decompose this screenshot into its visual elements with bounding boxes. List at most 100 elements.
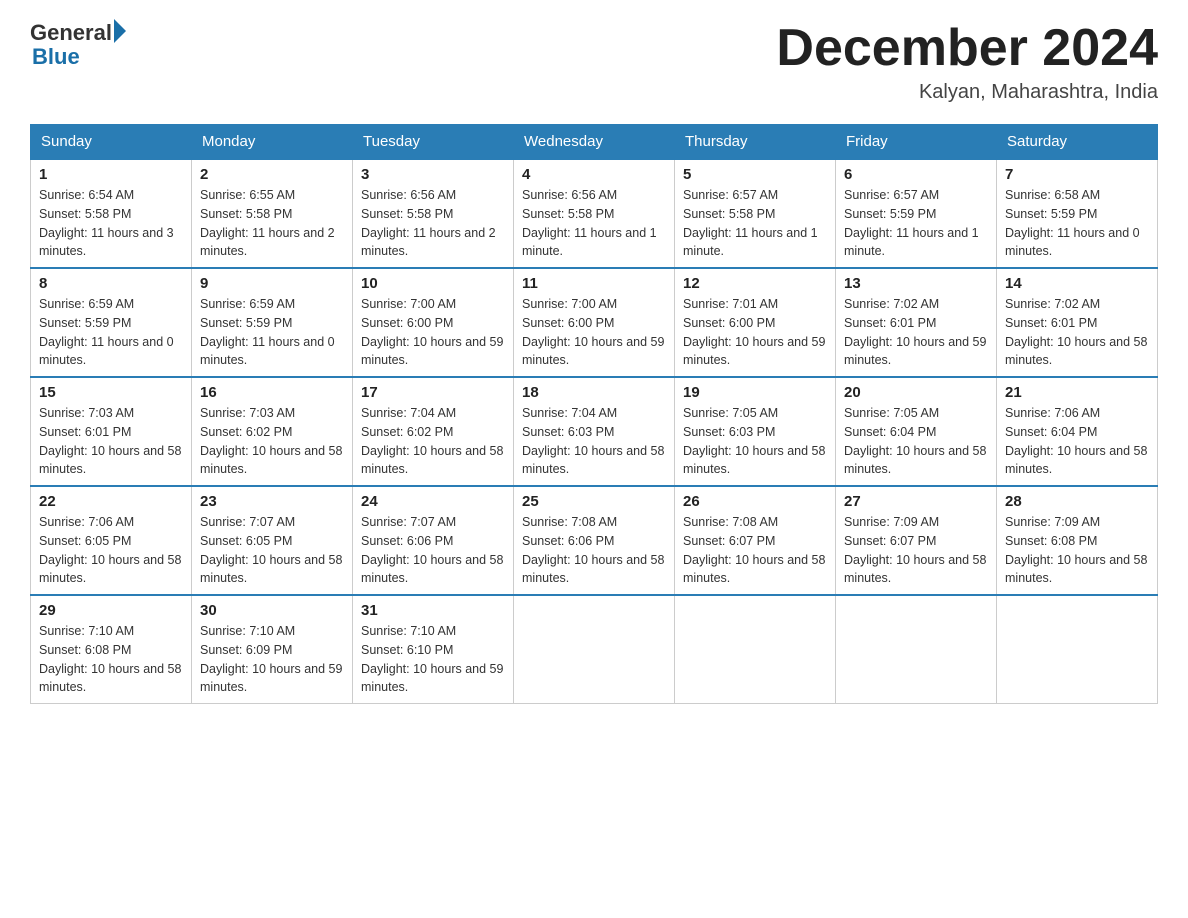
calendar-day-cell: 13 Sunrise: 7:02 AMSunset: 6:01 PMDaylig… [836,268,997,377]
day-number: 20 [844,384,988,401]
calendar-day-cell: 23 Sunrise: 7:07 AMSunset: 6:05 PMDaylig… [192,486,353,595]
day-info: Sunrise: 7:08 AMSunset: 6:06 PMDaylight:… [522,513,666,588]
day-number: 28 [1005,493,1149,510]
day-number: 5 [683,166,827,183]
calendar-week-row: 8 Sunrise: 6:59 AMSunset: 5:59 PMDayligh… [31,268,1158,377]
day-number: 26 [683,493,827,510]
day-number: 25 [522,493,666,510]
calendar-header-monday: Monday [192,125,353,160]
calendar-header-thursday: Thursday [675,125,836,160]
day-info: Sunrise: 7:04 AMSunset: 6:03 PMDaylight:… [522,404,666,479]
calendar-day-cell: 3 Sunrise: 6:56 AMSunset: 5:58 PMDayligh… [353,159,514,268]
day-info: Sunrise: 7:05 AMSunset: 6:03 PMDaylight:… [683,404,827,479]
day-number: 30 [200,602,344,619]
calendar-header-sunday: Sunday [31,125,192,160]
day-number: 29 [39,602,183,619]
day-info: Sunrise: 6:58 AMSunset: 5:59 PMDaylight:… [1005,186,1149,261]
calendar-day-cell: 21 Sunrise: 7:06 AMSunset: 6:04 PMDaylig… [997,377,1158,486]
day-info: Sunrise: 7:06 AMSunset: 6:05 PMDaylight:… [39,513,183,588]
calendar-day-cell: 29 Sunrise: 7:10 AMSunset: 6:08 PMDaylig… [31,595,192,704]
day-info: Sunrise: 6:55 AMSunset: 5:58 PMDaylight:… [200,186,344,261]
day-info: Sunrise: 7:10 AMSunset: 6:09 PMDaylight:… [200,622,344,697]
calendar-header-friday: Friday [836,125,997,160]
logo-blue-text: Blue [32,44,126,70]
day-info: Sunrise: 7:10 AMSunset: 6:10 PMDaylight:… [361,622,505,697]
day-number: 12 [683,275,827,292]
day-info: Sunrise: 6:59 AMSunset: 5:59 PMDaylight:… [200,295,344,370]
day-number: 24 [361,493,505,510]
day-number: 9 [200,275,344,292]
calendar-day-cell: 31 Sunrise: 7:10 AMSunset: 6:10 PMDaylig… [353,595,514,704]
calendar-header-tuesday: Tuesday [353,125,514,160]
day-info: Sunrise: 7:02 AMSunset: 6:01 PMDaylight:… [844,295,988,370]
day-info: Sunrise: 6:57 AMSunset: 5:59 PMDaylight:… [844,186,988,261]
day-number: 4 [522,166,666,183]
day-number: 10 [361,275,505,292]
title-area: December 2024 Kalyan, Maharashtra, India [776,20,1158,104]
day-info: Sunrise: 7:00 AMSunset: 6:00 PMDaylight:… [361,295,505,370]
day-number: 18 [522,384,666,401]
day-info: Sunrise: 7:02 AMSunset: 6:01 PMDaylight:… [1005,295,1149,370]
calendar-week-row: 22 Sunrise: 7:06 AMSunset: 6:05 PMDaylig… [31,486,1158,595]
day-info: Sunrise: 7:03 AMSunset: 6:02 PMDaylight:… [200,404,344,479]
calendar-day-cell: 24 Sunrise: 7:07 AMSunset: 6:06 PMDaylig… [353,486,514,595]
calendar-day-cell: 11 Sunrise: 7:00 AMSunset: 6:00 PMDaylig… [514,268,675,377]
day-info: Sunrise: 7:03 AMSunset: 6:01 PMDaylight:… [39,404,183,479]
calendar-day-cell: 17 Sunrise: 7:04 AMSunset: 6:02 PMDaylig… [353,377,514,486]
logo: General Blue [30,20,126,70]
day-number: 6 [844,166,988,183]
calendar-day-cell: 7 Sunrise: 6:58 AMSunset: 5:59 PMDayligh… [997,159,1158,268]
calendar-day-cell: 6 Sunrise: 6:57 AMSunset: 5:59 PMDayligh… [836,159,997,268]
calendar-day-cell: 2 Sunrise: 6:55 AMSunset: 5:58 PMDayligh… [192,159,353,268]
day-info: Sunrise: 6:57 AMSunset: 5:58 PMDaylight:… [683,186,827,261]
calendar-day-cell: 4 Sunrise: 6:56 AMSunset: 5:58 PMDayligh… [514,159,675,268]
day-info: Sunrise: 7:04 AMSunset: 6:02 PMDaylight:… [361,404,505,479]
calendar-day-cell: 27 Sunrise: 7:09 AMSunset: 6:07 PMDaylig… [836,486,997,595]
day-info: Sunrise: 7:07 AMSunset: 6:05 PMDaylight:… [200,513,344,588]
day-number: 19 [683,384,827,401]
page-header: General Blue December 2024 Kalyan, Mahar… [30,20,1158,104]
day-number: 2 [200,166,344,183]
day-number: 22 [39,493,183,510]
day-info: Sunrise: 6:59 AMSunset: 5:59 PMDaylight:… [39,295,183,370]
day-number: 21 [1005,384,1149,401]
calendar-day-cell: 10 Sunrise: 7:00 AMSunset: 6:00 PMDaylig… [353,268,514,377]
calendar-day-cell [514,595,675,704]
calendar-day-cell: 30 Sunrise: 7:10 AMSunset: 6:09 PMDaylig… [192,595,353,704]
day-number: 11 [522,275,666,292]
calendar-day-cell: 19 Sunrise: 7:05 AMSunset: 6:03 PMDaylig… [675,377,836,486]
calendar-day-cell [836,595,997,704]
calendar-header-wednesday: Wednesday [514,125,675,160]
day-number: 15 [39,384,183,401]
day-number: 16 [200,384,344,401]
calendar-day-cell: 16 Sunrise: 7:03 AMSunset: 6:02 PMDaylig… [192,377,353,486]
day-number: 1 [39,166,183,183]
day-info: Sunrise: 6:54 AMSunset: 5:58 PMDaylight:… [39,186,183,261]
day-info: Sunrise: 6:56 AMSunset: 5:58 PMDaylight:… [522,186,666,261]
day-number: 3 [361,166,505,183]
calendar-day-cell: 14 Sunrise: 7:02 AMSunset: 6:01 PMDaylig… [997,268,1158,377]
day-number: 23 [200,493,344,510]
calendar-day-cell: 26 Sunrise: 7:08 AMSunset: 6:07 PMDaylig… [675,486,836,595]
day-info: Sunrise: 7:09 AMSunset: 6:08 PMDaylight:… [1005,513,1149,588]
calendar-day-cell: 9 Sunrise: 6:59 AMSunset: 5:59 PMDayligh… [192,268,353,377]
calendar-table: SundayMondayTuesdayWednesdayThursdayFrid… [30,124,1158,704]
calendar-week-row: 1 Sunrise: 6:54 AMSunset: 5:58 PMDayligh… [31,159,1158,268]
day-info: Sunrise: 7:01 AMSunset: 6:00 PMDaylight:… [683,295,827,370]
calendar-day-cell: 20 Sunrise: 7:05 AMSunset: 6:04 PMDaylig… [836,377,997,486]
logo-arrow-icon [114,19,126,43]
day-info: Sunrise: 7:06 AMSunset: 6:04 PMDaylight:… [1005,404,1149,479]
day-number: 8 [39,275,183,292]
calendar-day-cell: 12 Sunrise: 7:01 AMSunset: 6:00 PMDaylig… [675,268,836,377]
calendar-day-cell: 25 Sunrise: 7:08 AMSunset: 6:06 PMDaylig… [514,486,675,595]
day-number: 7 [1005,166,1149,183]
calendar-day-cell: 8 Sunrise: 6:59 AMSunset: 5:59 PMDayligh… [31,268,192,377]
calendar-day-cell: 18 Sunrise: 7:04 AMSunset: 6:03 PMDaylig… [514,377,675,486]
calendar-header-saturday: Saturday [997,125,1158,160]
calendar-day-cell: 1 Sunrise: 6:54 AMSunset: 5:58 PMDayligh… [31,159,192,268]
day-info: Sunrise: 7:00 AMSunset: 6:00 PMDaylight:… [522,295,666,370]
calendar-week-row: 29 Sunrise: 7:10 AMSunset: 6:08 PMDaylig… [31,595,1158,704]
day-number: 31 [361,602,505,619]
calendar-day-cell: 22 Sunrise: 7:06 AMSunset: 6:05 PMDaylig… [31,486,192,595]
day-number: 13 [844,275,988,292]
